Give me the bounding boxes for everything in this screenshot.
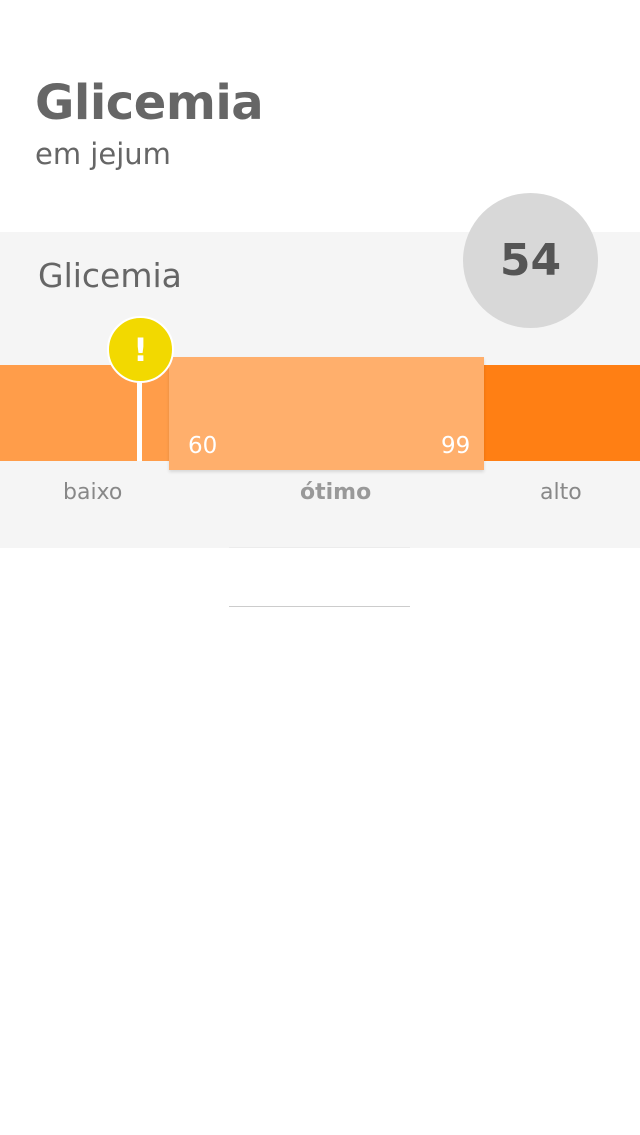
value-marker-line	[137, 377, 142, 461]
zone-label-optimal: ótimo	[300, 480, 372, 505]
range-max-value: 99	[441, 433, 471, 459]
divider	[229, 547, 410, 548]
page-title: Glicemia	[35, 75, 264, 131]
glucose-card: Glicemia 54 60 99 ! baixo ótimo alto	[0, 193, 640, 548]
high-range-bar	[484, 365, 640, 461]
exclamation-icon: !	[133, 330, 148, 369]
range-min-value: 60	[188, 433, 218, 459]
page-subtitle: em jejum	[35, 137, 171, 171]
alert-marker-icon[interactable]: !	[107, 316, 174, 383]
zone-label-low: baixo	[63, 480, 123, 505]
measurement-label: Glicemia	[38, 256, 182, 295]
zone-label-high: alto	[540, 480, 582, 505]
measurement-value-badge[interactable]: 54	[463, 193, 598, 328]
divider	[229, 606, 410, 607]
